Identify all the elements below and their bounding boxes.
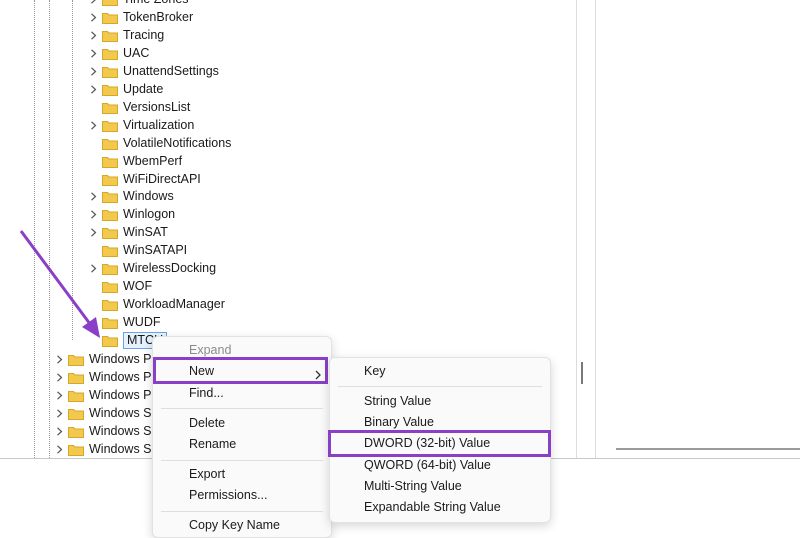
menu-item-find[interactable]: Find...: [153, 383, 331, 404]
dword-highlight-box: [328, 430, 551, 457]
menu-item-copy-key-name[interactable]: Copy Key Name: [153, 515, 331, 536]
submenu-item-expandable-string-value[interactable]: Expandable String Value: [330, 497, 550, 518]
submenu-item-string-value[interactable]: String Value: [330, 391, 550, 412]
menu-item-permissions[interactable]: Permissions...: [153, 485, 331, 506]
menu-separator: [161, 408, 323, 409]
submenu-item-multi-string-value[interactable]: Multi-String Value: [330, 476, 550, 497]
submenu-item-key[interactable]: Key: [330, 361, 550, 382]
menu-item-export[interactable]: Export: [153, 464, 331, 485]
menu-item-delete[interactable]: Delete: [153, 413, 331, 434]
menu-separator: [161, 511, 323, 512]
menu-separator: [338, 386, 542, 387]
submenu-item-qword-value[interactable]: QWORD (64-bit) Value: [330, 455, 550, 476]
new-highlight-box: [153, 357, 328, 384]
menu-separator: [161, 460, 323, 461]
menu-item-rename[interactable]: Rename: [153, 434, 331, 455]
